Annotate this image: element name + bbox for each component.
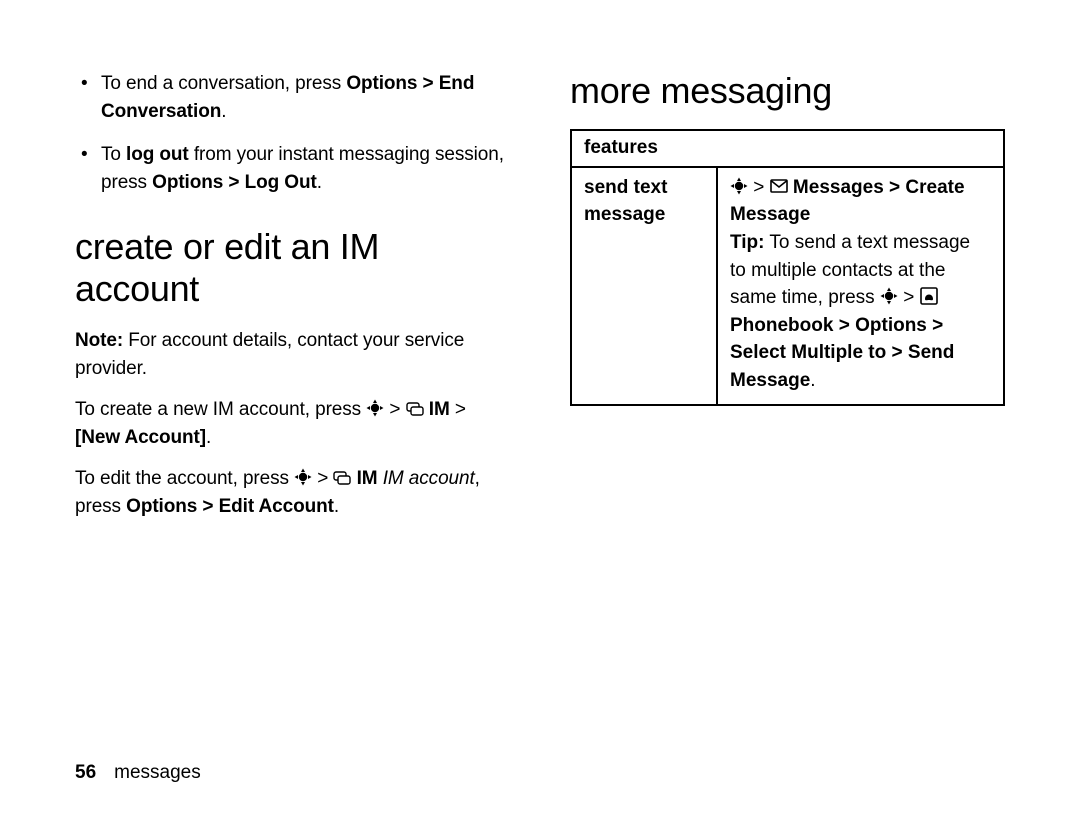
text-bold: log out	[126, 144, 189, 165]
text: >	[312, 468, 333, 489]
table-header: features	[571, 130, 1004, 167]
menu-path: Phonebook	[730, 315, 833, 336]
note-paragraph: Note: For account details, contact your …	[75, 327, 510, 382]
bullet-end-conversation: To end a conversation, press Options > E…	[75, 70, 510, 125]
nav-key-icon	[366, 399, 384, 417]
text: To edit the account, press	[75, 468, 294, 489]
page-footer: 56 messages	[75, 762, 201, 784]
text: To end a conversation, press	[101, 73, 346, 94]
envelope-icon	[770, 177, 788, 195]
bullet-log-out: To log out from your instant messaging s…	[75, 141, 510, 196]
text: .	[206, 427, 211, 448]
text: To create a new IM account, press	[75, 399, 366, 420]
text: .	[810, 370, 815, 391]
nav-key-icon	[730, 177, 748, 195]
menu-path: IM	[351, 468, 377, 489]
menu-path: Options > Log Out	[152, 172, 317, 193]
im-icon	[333, 471, 351, 486]
bullet-list: To end a conversation, press Options > E…	[75, 70, 510, 196]
im-icon	[406, 402, 424, 417]
text: For account details, contact your servic…	[75, 330, 464, 379]
page-number: 56	[75, 762, 96, 783]
phonebook-icon	[920, 287, 938, 305]
left-column: To end a conversation, press Options > E…	[75, 70, 510, 660]
text: .	[317, 172, 322, 193]
tip-label: Tip:	[730, 232, 764, 253]
features-table: features send text message > Messages > …	[570, 129, 1005, 406]
edit-account-paragraph: To edit the account, press > IM IM accou…	[75, 465, 510, 520]
nav-key-icon	[294, 468, 312, 486]
text-italic: IM account	[378, 468, 475, 489]
menu-path: IM	[424, 399, 450, 420]
menu-path: [New Account]	[75, 427, 206, 448]
table-row: send text message > Messages > Create Me…	[571, 167, 1004, 405]
text: To	[101, 144, 126, 165]
page-content: To end a conversation, press Options > E…	[0, 0, 1080, 700]
text: >	[898, 287, 920, 308]
text: >	[748, 177, 770, 198]
menu-path: Options > Edit Account	[126, 496, 334, 517]
heading-more-messaging: more messaging	[570, 70, 1005, 111]
text: .	[221, 101, 226, 122]
feature-name: send text message	[571, 167, 717, 405]
right-column: more messaging features send text messag…	[570, 70, 1005, 660]
section-name: messages	[114, 762, 201, 783]
heading-create-im: create or edit an IM account	[75, 226, 510, 309]
feature-desc: > Messages > Create Message Tip: To send…	[717, 167, 1004, 405]
nav-key-icon	[880, 287, 898, 305]
note-label: Note:	[75, 330, 123, 351]
text: >	[450, 399, 466, 420]
create-account-paragraph: To create a new IM account, press > IM >…	[75, 396, 510, 451]
text: .	[334, 496, 339, 517]
text: >	[384, 399, 405, 420]
